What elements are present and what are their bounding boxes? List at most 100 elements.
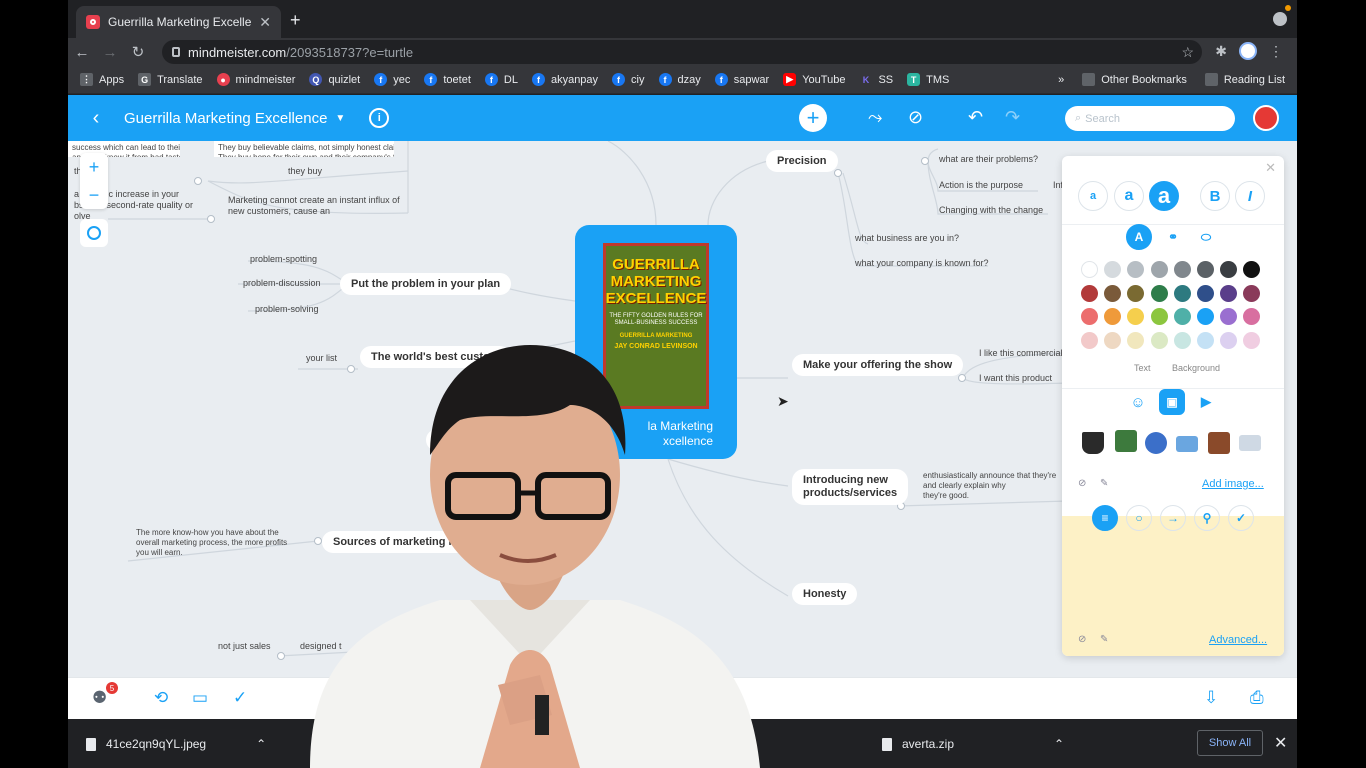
- leaf-action-purpose[interactable]: Action is the purpose: [939, 180, 1023, 190]
- color-swatch[interactable]: [1150, 284, 1168, 302]
- emoji-tab-icon[interactable]: ☺: [1125, 389, 1151, 415]
- color-swatch[interactable]: [1104, 308, 1122, 325]
- node-precision[interactable]: Precision: [766, 150, 838, 172]
- bookmark-star-icon[interactable]: ☆: [1181, 44, 1194, 61]
- leaf-not-just-sales[interactable]: not just sales: [218, 641, 271, 651]
- node-introducing[interactable]: Introducing new products/services: [792, 469, 909, 505]
- link-arrow-icon[interactable]: →: [1160, 505, 1186, 531]
- downloads-close-icon[interactable]: ✕: [1274, 733, 1287, 753]
- back-chevron-icon[interactable]: ‹: [68, 107, 124, 130]
- color-swatch[interactable]: [1104, 331, 1122, 349]
- panel-close-icon[interactable]: ✕: [1265, 160, 1276, 176]
- undo-icon[interactable]: ↶: [968, 107, 983, 128]
- color-swatch[interactable]: [1197, 284, 1214, 302]
- color-swatch[interactable]: [1173, 308, 1191, 325]
- node-honesty[interactable]: Honesty: [792, 583, 858, 605]
- download-options-chevron-icon[interactable]: ⌃: [256, 737, 266, 751]
- color-swatch[interactable]: [1243, 261, 1261, 278]
- bookmark-12[interactable]: K SS: [859, 73, 893, 86]
- color-swatch[interactable]: [1081, 308, 1098, 325]
- color-swatch[interactable]: [1197, 308, 1214, 325]
- leaf-known-for[interactable]: what your company is known for?: [855, 258, 989, 268]
- checkmark-icon[interactable]: ✓: [1228, 505, 1254, 531]
- leaf-they-buy[interactable]: they buy: [288, 166, 322, 176]
- color-swatch[interactable]: [1197, 331, 1214, 349]
- bookmark-2[interactable]: ● mindmeister: [216, 73, 295, 86]
- font-size-large-button[interactable]: a: [1149, 181, 1179, 211]
- bold-button[interactable]: B: [1200, 181, 1230, 211]
- color-swatch[interactable]: [1104, 261, 1122, 278]
- color-swatch[interactable]: [1220, 308, 1238, 325]
- print-icon[interactable]: ⎙: [1250, 688, 1264, 708]
- leaf-changing[interactable]: Changing with the change: [939, 205, 1043, 215]
- bookmark-11[interactable]: ▶ YouTube: [783, 73, 845, 86]
- bookmark-5[interactable]: f toetet: [424, 73, 471, 86]
- leaf-marketing-cannot[interactable]: Marketing cannot create an instant influ…: [228, 195, 400, 217]
- new-tab-icon[interactable]: +: [290, 10, 301, 31]
- bookmark-8[interactable]: f ciy: [612, 73, 645, 86]
- money-icon[interactable]: [1115, 430, 1137, 452]
- color-swatch[interactable]: [1197, 261, 1214, 278]
- help-icon[interactable]: ⚉: [92, 688, 107, 708]
- color-swatch[interactable]: [1243, 308, 1261, 325]
- color-swatch[interactable]: [1150, 308, 1168, 325]
- color-swatch[interactable]: [1220, 331, 1238, 349]
- leaf-what-business[interactable]: what business are you in?: [855, 233, 959, 243]
- font-size-small-button[interactable]: a: [1078, 181, 1108, 211]
- active-tab[interactable]: Guerrilla Marketing Excellence ✕: [76, 6, 281, 38]
- text-color-tab-icon[interactable]: A: [1126, 224, 1152, 250]
- node-make-offering[interactable]: Make your offering the show: [792, 354, 964, 376]
- note-top-mid[interactable]: They buy believable claims, not simply h…: [214, 141, 394, 157]
- bookmark-6[interactable]: f DL: [484, 73, 518, 86]
- bookmark-10[interactable]: f sapwar: [714, 73, 769, 86]
- color-swatch[interactable]: [1127, 261, 1145, 278]
- background-color-label[interactable]: Background: [1172, 363, 1220, 373]
- notes-tab-icon[interactable]: ≡: [1092, 505, 1118, 531]
- advanced-link[interactable]: Advanced...: [1209, 634, 1267, 646]
- color-swatch[interactable]: [1081, 261, 1098, 278]
- map-title[interactable]: Guerrilla Marketing Excellence: [124, 110, 327, 127]
- reload-icon[interactable]: ↻: [124, 43, 152, 61]
- extensions-puzzle-icon[interactable]: ✱: [1215, 43, 1227, 60]
- style-tab-icon[interactable]: ⚭: [1160, 224, 1186, 250]
- text-color-label[interactable]: Text: [1134, 363, 1151, 373]
- show-all-button[interactable]: Show All: [1197, 730, 1263, 756]
- tasks-check-icon[interactable]: ✓: [233, 688, 247, 708]
- bookmark-13[interactable]: T TMS: [907, 73, 949, 86]
- download-options-chevron-icon[interactable]: ⌃: [1054, 737, 1064, 751]
- leaf-like-commercial[interactable]: I like this commercial: [979, 348, 1063, 358]
- leaf-what-problems[interactable]: what are their problems?: [939, 154, 1038, 164]
- tab-close-icon[interactable]: ✕: [259, 14, 271, 31]
- no-image-icon[interactable]: ⊘: [1078, 478, 1086, 489]
- bookmark-9[interactable]: f dzay: [658, 73, 701, 86]
- bookmarks-overflow[interactable]: »: [1058, 74, 1064, 86]
- color-swatch[interactable]: [1127, 308, 1145, 325]
- wand-small-icon[interactable]: ✎: [1100, 634, 1108, 645]
- title-dropdown-icon[interactable]: ▼: [335, 113, 345, 124]
- italic-button[interactable]: I: [1235, 181, 1265, 211]
- color-swatch[interactable]: [1081, 284, 1098, 302]
- color-swatch[interactable]: [1127, 331, 1145, 349]
- forward-arrow-icon[interactable]: →: [96, 44, 124, 61]
- download-item-1[interactable]: 41ce2qn9qYL.jpeg ⌃: [86, 737, 266, 751]
- color-swatch[interactable]: [1220, 261, 1238, 278]
- color-swatch[interactable]: [1150, 331, 1168, 349]
- color-swatch[interactable]: [1104, 284, 1122, 302]
- bookmark-3[interactable]: Qquizlet: [309, 73, 360, 86]
- search-input[interactable]: ⌕ Search: [1065, 106, 1235, 131]
- history-icon[interactable]: ⟲: [154, 688, 168, 708]
- color-swatch[interactable]: [1150, 261, 1168, 278]
- center-map-button[interactable]: [80, 219, 108, 247]
- no-style-small-icon[interactable]: ⊘: [1078, 634, 1086, 645]
- redo-icon[interactable]: ↷: [1005, 107, 1020, 128]
- color-swatch[interactable]: [1173, 331, 1191, 349]
- no-style-icon[interactable]: ⊘: [908, 107, 923, 128]
- info-icon[interactable]: i: [369, 108, 390, 128]
- profile-avatar[interactable]: [1239, 42, 1257, 60]
- leaf-problem-spotting[interactable]: problem-spotting: [250, 254, 317, 264]
- color-swatch[interactable]: [1173, 284, 1191, 302]
- leaf-problem-discussion[interactable]: problem-discussion: [243, 278, 321, 288]
- bookmark-4[interactable]: f yec: [374, 73, 410, 86]
- alarm-clock-icon[interactable]: [1145, 432, 1167, 454]
- tab-search-icon[interactable]: [1273, 12, 1287, 26]
